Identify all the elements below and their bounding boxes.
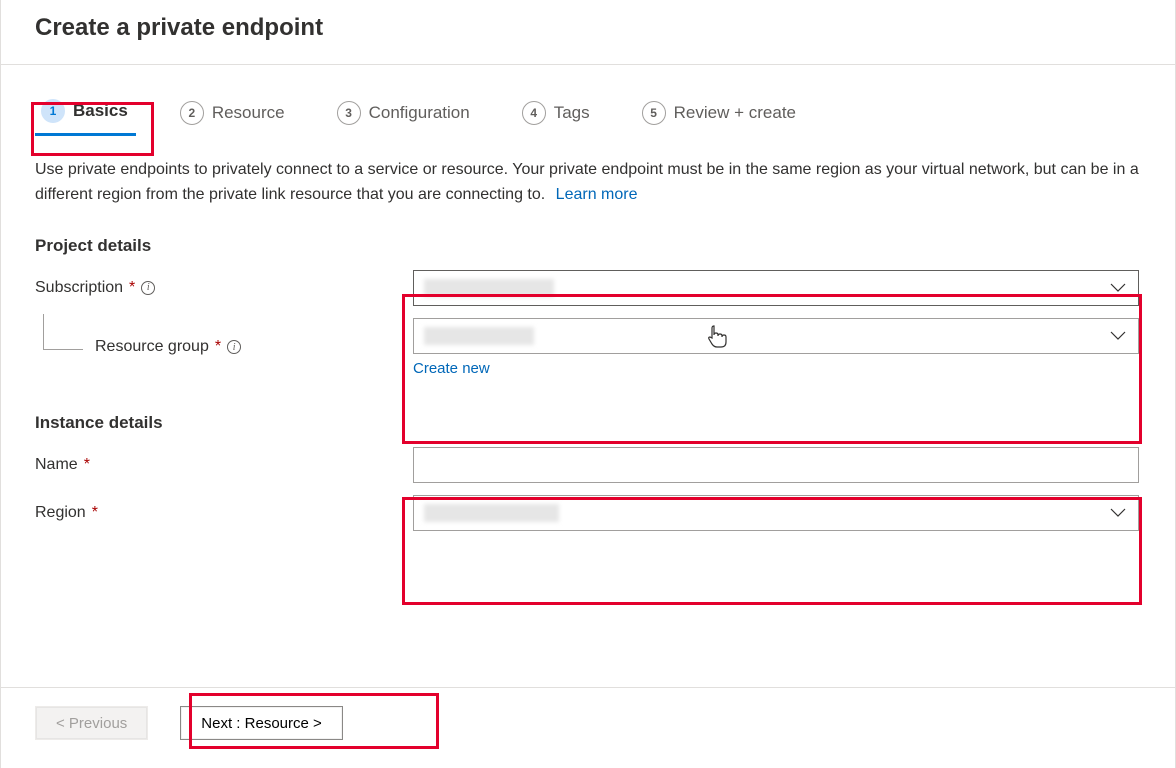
tab-basics[interactable]: 1 Basics xyxy=(35,93,136,136)
resource-group-select[interactable] xyxy=(413,318,1139,354)
field-resource-group: Resource group * i Create new xyxy=(35,318,1141,377)
label-text: Resource group xyxy=(95,338,209,356)
region-control xyxy=(413,495,1139,531)
tab-resource[interactable]: 2 Resource xyxy=(174,95,293,135)
subscription-control xyxy=(413,270,1139,306)
next-button[interactable]: Next : Resource > xyxy=(180,706,342,740)
required-marker: * xyxy=(215,338,221,356)
tab-label: Resource xyxy=(212,103,285,123)
create-new-link[interactable]: Create new xyxy=(413,360,490,377)
chevron-down-icon xyxy=(1110,508,1126,518)
field-subscription: Subscription * i xyxy=(35,270,1141,306)
field-region: Region * xyxy=(35,495,1141,531)
tab-label: Tags xyxy=(554,103,590,123)
redacted-value xyxy=(424,279,554,297)
name-input[interactable] xyxy=(413,447,1139,483)
content-area: 1 Basics 2 Resource 3 Configuration 4 Ta… xyxy=(1,65,1175,563)
resource-group-control: Create new xyxy=(413,318,1139,377)
page-header: Create a private endpoint xyxy=(1,0,1175,65)
section-project-details: Project details xyxy=(35,236,1141,256)
page: Create a private endpoint 1 Basics 2 Res… xyxy=(0,0,1176,768)
name-control xyxy=(413,447,1139,483)
tab-configuration[interactable]: 3 Configuration xyxy=(331,95,478,135)
previous-button: < Previous xyxy=(35,706,148,740)
chevron-down-icon xyxy=(1110,283,1126,293)
field-name: Name * xyxy=(35,447,1141,483)
section-instance-details: Instance details xyxy=(35,413,1141,433)
name-label: Name * xyxy=(35,456,413,474)
wizard-footer: < Previous Next : Resource > xyxy=(1,687,1175,768)
required-marker: * xyxy=(129,279,135,297)
required-marker: * xyxy=(84,456,90,474)
wizard-tabs: 1 Basics 2 Resource 3 Configuration 4 Ta… xyxy=(35,93,1141,136)
intro-text: Use private endpoints to privately conne… xyxy=(35,158,1141,208)
label-text: Subscription xyxy=(35,279,123,297)
info-icon[interactable]: i xyxy=(227,340,241,354)
chevron-down-icon xyxy=(1110,331,1126,341)
tab-step-number: 5 xyxy=(642,101,666,125)
tab-step-number: 2 xyxy=(180,101,204,125)
label-text: Name xyxy=(35,456,78,474)
tab-label: Review + create xyxy=(674,103,796,123)
subscription-select[interactable] xyxy=(413,270,1139,306)
subscription-label: Subscription * i xyxy=(35,279,413,297)
region-select[interactable] xyxy=(413,495,1139,531)
region-label: Region * xyxy=(35,504,413,522)
tab-review-create[interactable]: 5 Review + create xyxy=(636,95,804,135)
tab-step-number: 1 xyxy=(41,99,65,123)
tab-tags[interactable]: 4 Tags xyxy=(516,95,598,135)
page-title: Create a private endpoint xyxy=(35,14,1141,42)
tab-step-number: 3 xyxy=(337,101,361,125)
tab-label: Basics xyxy=(73,101,128,121)
required-marker: * xyxy=(92,504,98,522)
resource-group-label: Resource group * i xyxy=(35,338,413,356)
learn-more-link[interactable]: Learn more xyxy=(556,186,638,203)
label-text: Region xyxy=(35,504,86,522)
redacted-value xyxy=(424,327,534,345)
info-icon[interactable]: i xyxy=(141,281,155,295)
tab-label: Configuration xyxy=(369,103,470,123)
tab-step-number: 4 xyxy=(522,101,546,125)
redacted-value xyxy=(424,504,559,522)
hierarchy-line-icon xyxy=(43,314,83,350)
